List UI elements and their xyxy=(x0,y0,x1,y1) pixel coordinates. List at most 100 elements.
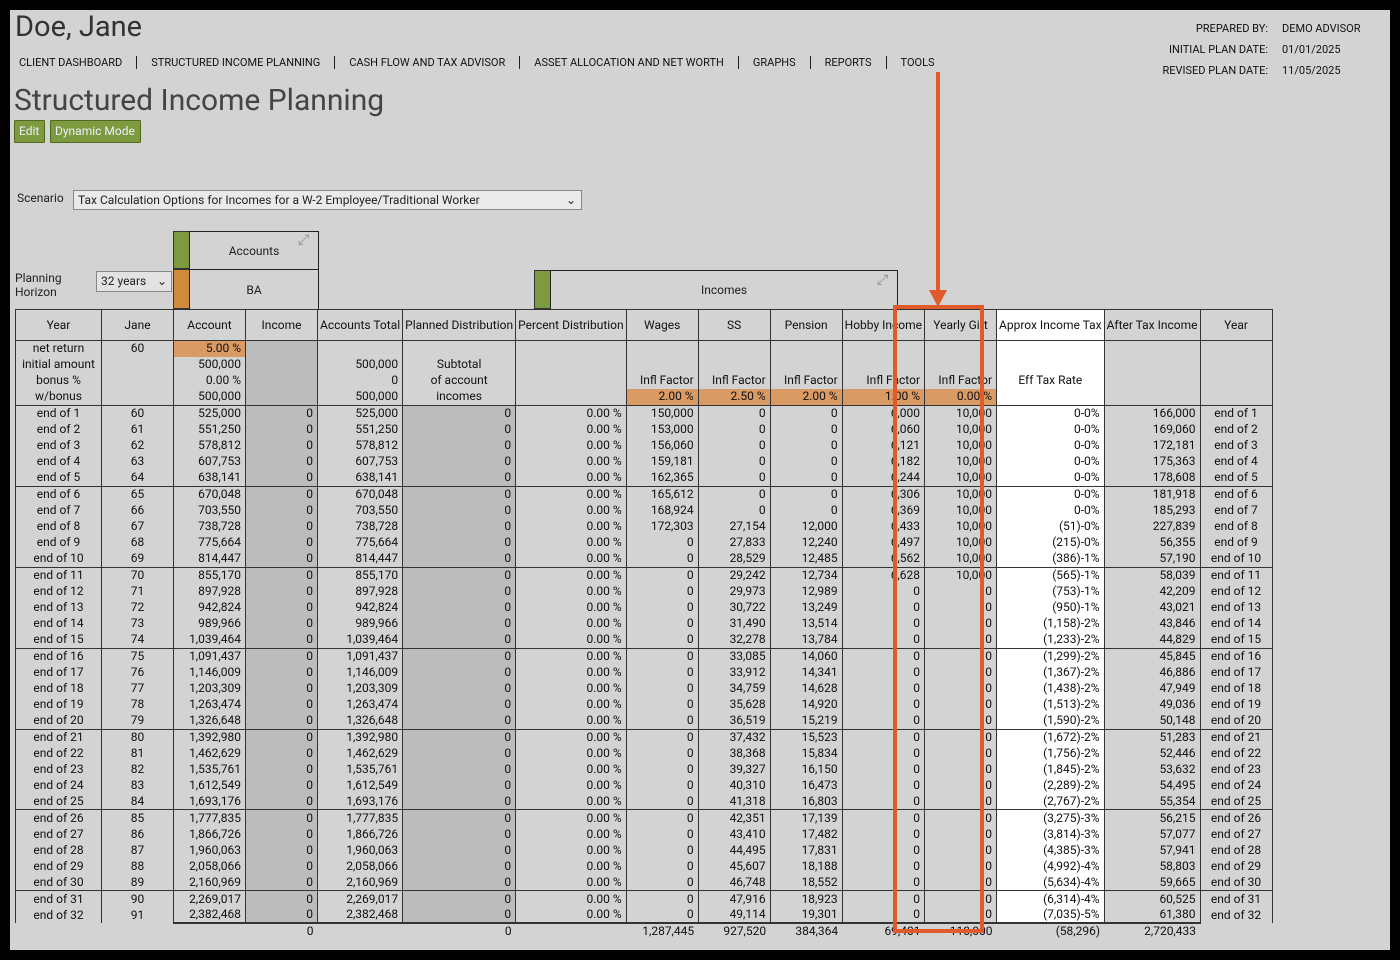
percent-distribution-cell[interactable]: 0.00 % xyxy=(515,404,627,422)
nav-tools[interactable]: TOOLS xyxy=(901,56,935,69)
table-row: end of 2 61 551,250 0 551,250 0 0.00 % 153,000 0… xyxy=(15,421,1273,438)
wages-cell: 0 xyxy=(626,874,699,891)
collapse-icon[interactable]: ⤢ xyxy=(877,272,888,288)
planned-distribution-cell[interactable]: 0 xyxy=(402,470,517,487)
infl-factor-value[interactable]: 2.00 % xyxy=(770,389,843,406)
account-param[interactable]: 0.00 % xyxy=(173,372,246,390)
percent-distribution-cell[interactable]: 0.00 % xyxy=(515,874,627,891)
scenario-select[interactable]: Tax Calculation Options for Incomes for … xyxy=(73,190,582,210)
percent-distribution-cell[interactable]: 0.00 % xyxy=(515,453,627,470)
planned-distribution-cell[interactable]: 0 xyxy=(402,907,517,924)
planned-distribution-cell[interactable]: 0 xyxy=(402,534,517,551)
planned-distribution-cell[interactable]: 0 xyxy=(402,761,517,778)
accounts-total-cell: 814,447 xyxy=(317,550,404,568)
percent-distribution-cell[interactable]: 0.00 % xyxy=(515,566,627,584)
percent-distribution-cell[interactable]: 0.00 % xyxy=(515,502,627,519)
age-cell: 87 xyxy=(101,842,174,859)
percent-distribution-cell[interactable]: 0.00 % xyxy=(515,858,627,875)
percent-distribution-cell[interactable]: 0.00 % xyxy=(515,890,627,908)
percent-distribution-cell[interactable]: 0.00 % xyxy=(515,745,627,762)
nav-asset-allocation[interactable]: ASSET ALLOCATION AND NET WORTH xyxy=(534,56,724,69)
after-tax-param xyxy=(1104,389,1201,406)
approx-income-tax-cell: 0-0% xyxy=(996,437,1105,454)
percent-distribution-cell[interactable]: 0.00 % xyxy=(515,421,627,438)
percent-distribution-cell[interactable]: 0.00 % xyxy=(515,437,627,454)
planned-distribution-cell[interactable]: 0 xyxy=(402,745,517,762)
after-tax-income-cell: 166,000 xyxy=(1104,404,1201,422)
wages-cell: 0 xyxy=(626,599,699,616)
dynamic-mode-button[interactable]: Dynamic Mode xyxy=(50,120,141,143)
planned-distribution-cell[interactable]: 0 xyxy=(402,583,517,600)
planned-distribution-cell[interactable]: 0 xyxy=(402,437,517,454)
percent-distribution-cell[interactable]: 0.00 % xyxy=(515,761,627,778)
planned-distribution-cell[interactable]: 0 xyxy=(402,826,517,843)
percent-distribution-cell[interactable]: 0.00 % xyxy=(515,631,627,649)
planned-distribution-cell[interactable]: 0 xyxy=(402,566,517,584)
percent-distribution-cell[interactable]: 0.00 % xyxy=(515,518,627,535)
planned-distribution-cell[interactable]: 0 xyxy=(402,631,517,649)
percent-distribution-cell[interactable]: 0.00 % xyxy=(515,534,627,551)
planned-distribution-cell[interactable]: 0 xyxy=(402,599,517,616)
ba-account-header[interactable]: BA xyxy=(189,269,319,310)
account-cell: 578,812 xyxy=(173,437,246,454)
planned-distribution-cell[interactable]: 0 xyxy=(402,615,517,632)
planned-distribution-cell[interactable]: 0 xyxy=(402,793,517,810)
percent-distribution-cell[interactable]: 0.00 % xyxy=(515,470,627,487)
nav-cash-flow-tax-advisor[interactable]: CASH FLOW AND TAX ADVISOR xyxy=(349,56,505,69)
percent-distribution-cell[interactable]: 0.00 % xyxy=(515,777,627,794)
planned-distribution-cell[interactable]: 0 xyxy=(402,696,517,713)
planned-distribution-cell[interactable]: 0 xyxy=(402,874,517,891)
collapse-icon[interactable]: ⤢ xyxy=(298,232,309,248)
percent-distribution-cell[interactable]: 0.00 % xyxy=(515,809,627,827)
percent-distribution-cell[interactable]: 0.00 % xyxy=(515,583,627,600)
percent-distribution-cell[interactable]: 0.00 % xyxy=(515,712,627,729)
accounts-total-cell: 897,928 xyxy=(317,583,404,600)
approx-income-tax-cell: 0-0% xyxy=(996,485,1105,503)
planned-distribution-cell[interactable]: 0 xyxy=(402,404,517,422)
nav-client-dashboard[interactable]: CLIENT DASHBOARD xyxy=(19,56,122,69)
percent-distribution-cell[interactable]: 0.00 % xyxy=(515,647,627,665)
infl-factor-value[interactable]: 2.50 % xyxy=(698,389,771,406)
incomes-group-header[interactable]: Incomes xyxy=(550,270,898,310)
pension-cell: 16,803 xyxy=(770,793,843,810)
planned-distribution-cell[interactable]: 0 xyxy=(402,842,517,859)
planned-distribution-cell[interactable]: 0 xyxy=(402,890,517,908)
ss-cell: 34,759 xyxy=(698,680,771,697)
nav-structured-income-planning[interactable]: STRUCTURED INCOME PLANNING xyxy=(151,56,320,69)
planned-distribution-cell[interactable]: 0 xyxy=(402,485,517,503)
planned-distribution-cell[interactable]: 0 xyxy=(402,518,517,535)
percent-distribution-cell[interactable]: 0.00 % xyxy=(515,550,627,568)
planned-distribution-cell[interactable]: 0 xyxy=(402,680,517,697)
percent-distribution-cell[interactable]: 0.00 % xyxy=(515,485,627,503)
planned-distribution-cell[interactable]: 0 xyxy=(402,647,517,665)
percent-distribution-cell[interactable]: 0.00 % xyxy=(515,842,627,859)
percent-distribution-cell[interactable]: 0.00 % xyxy=(515,680,627,697)
percent-distribution-cell[interactable]: 0.00 % xyxy=(515,599,627,616)
nav-reports[interactable]: REPORTS xyxy=(825,56,872,69)
planned-distribution-cell[interactable]: 0 xyxy=(402,664,517,681)
percent-distribution-cell[interactable]: 0.00 % xyxy=(515,826,627,843)
percent-distribution-cell[interactable]: 0.00 % xyxy=(515,696,627,713)
accounts-total-cell: 738,728 xyxy=(317,518,404,535)
planned-distribution-cell[interactable]: 0 xyxy=(402,728,517,746)
percent-distribution-cell[interactable]: 0.00 % xyxy=(515,728,627,746)
col-header: Wages xyxy=(625,309,699,341)
planned-distribution-cell[interactable]: 0 xyxy=(402,858,517,875)
planned-distribution-cell[interactable]: 0 xyxy=(402,809,517,827)
planned-distribution-cell[interactable]: 0 xyxy=(402,421,517,438)
edit-button[interactable]: Edit xyxy=(14,120,45,143)
percent-distribution-cell[interactable]: 0.00 % xyxy=(515,664,627,681)
percent-distribution-cell[interactable]: 0.00 % xyxy=(515,907,627,924)
percent-distribution-cell[interactable]: 0.00 % xyxy=(515,615,627,632)
planned-distribution-cell[interactable]: 0 xyxy=(402,453,517,470)
planned-distribution-cell[interactable]: 0 xyxy=(402,777,517,794)
planned-distribution-cell[interactable]: 0 xyxy=(402,550,517,568)
planned-distribution-cell[interactable]: 0 xyxy=(402,712,517,729)
nav-graphs[interactable]: GRAPHS xyxy=(753,56,796,69)
percent-distribution-cell[interactable]: 0.00 % xyxy=(515,793,627,810)
col-header: SS xyxy=(697,309,771,341)
account-param[interactable]: 5.00 % xyxy=(173,339,246,357)
planning-horizon-select[interactable]: 32 years ⌄ xyxy=(96,271,172,292)
infl-factor-value[interactable]: 2.00 % xyxy=(626,389,699,406)
planned-distribution-cell[interactable]: 0 xyxy=(402,502,517,519)
